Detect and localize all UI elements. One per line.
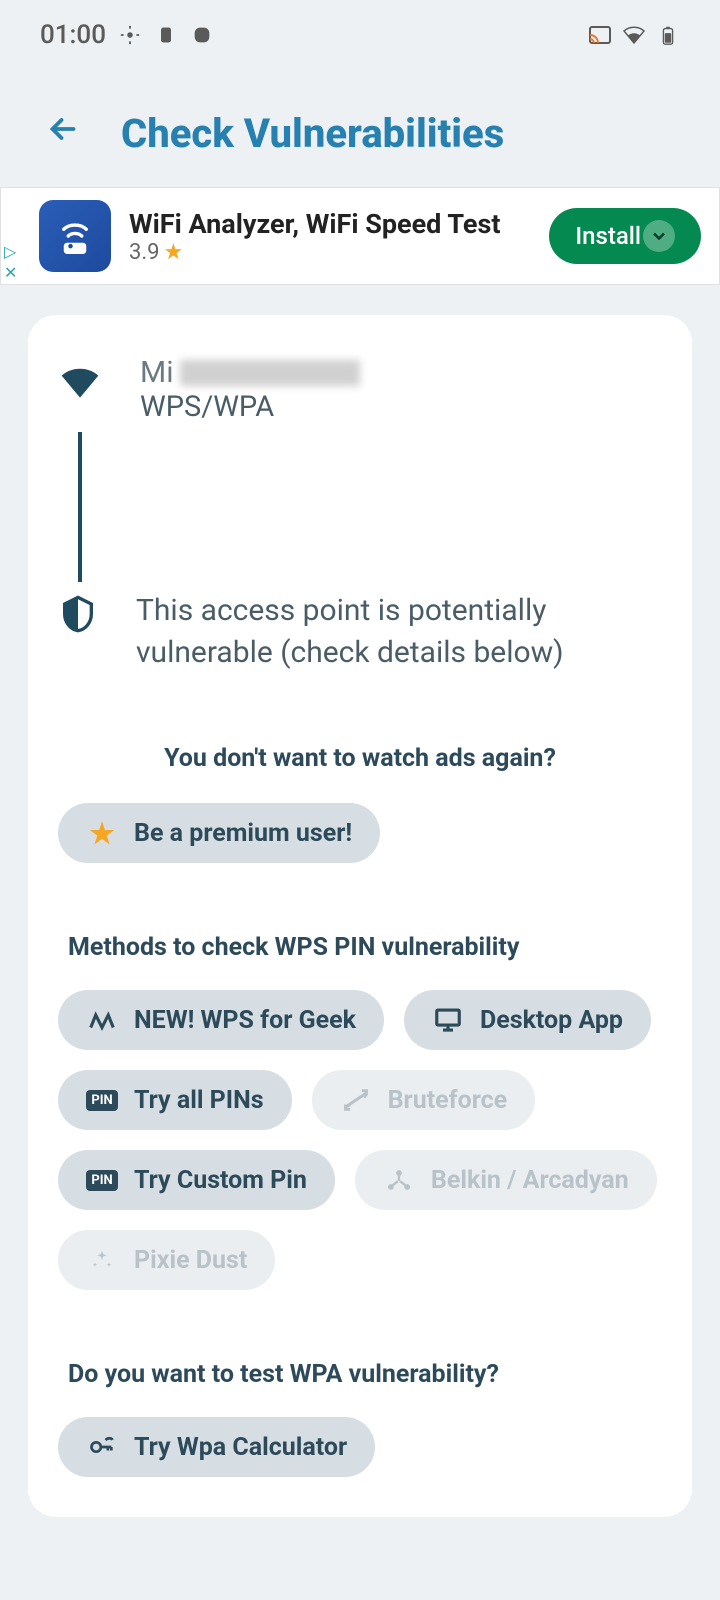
status-time: 01:00 <box>40 20 106 50</box>
connector-line <box>78 432 82 582</box>
ad-banner[interactable]: ▷ ✕ WiFi Analyzer, WiFi Speed Test 3.9 ★… <box>0 187 720 285</box>
ad-app-icon <box>39 200 111 272</box>
ad-rating-value: 3.9 <box>129 240 160 265</box>
ad-markers: ▷ ✕ <box>4 242 17 282</box>
app-icon <box>190 23 214 47</box>
vulnerability-row: This access point is potentially vulnera… <box>58 590 662 674</box>
key-icon <box>86 1431 118 1463</box>
battery-icon <box>656 23 680 47</box>
network-name-prefix: Mi <box>140 355 174 390</box>
sparkle-icon <box>86 1244 118 1276</box>
install-label: Install <box>575 222 641 250</box>
network-info-row: Mi WPS/WPA <box>58 355 662 424</box>
belkin-button[interactable]: Belkin / Arcadyan <box>355 1150 657 1210</box>
premium-prompt: You don't want to watch ads again? <box>58 744 662 773</box>
chevron-down-icon <box>643 220 675 252</box>
page-title: Check Vulnerabilities <box>121 110 504 157</box>
desktop-icon <box>432 1004 464 1036</box>
pixie-dust-button[interactable]: Pixie Dust <box>58 1230 275 1290</box>
hub-icon <box>383 1164 415 1196</box>
wpa-label: Try Wpa Calculator <box>134 1433 347 1462</box>
notification-icon <box>154 23 178 47</box>
back-button[interactable] <box>45 111 81 156</box>
wps-geek-button[interactable]: NEW! WPS for Geek <box>58 990 384 1050</box>
wpa-calculator-button[interactable]: Try Wpa Calculator <box>58 1417 375 1477</box>
status-bar: 01:00 <box>0 0 720 70</box>
page-header: Check Vulnerabilities <box>0 70 720 187</box>
star-icon: ★ <box>164 240 184 265</box>
wps-geek-label: NEW! WPS for Geek <box>134 1006 356 1035</box>
install-button[interactable]: Install <box>549 208 701 264</box>
desktop-app-button[interactable]: Desktop App <box>404 990 651 1050</box>
geek-icon <box>86 1004 118 1036</box>
bruteforce-button[interactable]: Bruteforce <box>312 1070 536 1130</box>
desktop-label: Desktop App <box>480 1006 623 1035</box>
belkin-label: Belkin / Arcadyan <box>431 1166 629 1195</box>
vulnerability-message: This access point is potentially vulnera… <box>136 590 662 674</box>
custom-pin-label: Try Custom Pin <box>134 1166 307 1195</box>
bruteforce-label: Bruteforce <box>388 1086 508 1115</box>
pin-icon: PIN <box>86 1164 118 1196</box>
try-pins-button[interactable]: PIN Try all PINs <box>58 1070 292 1130</box>
premium-button[interactable]: ★ Be a premium user! <box>58 803 380 863</box>
ad-info-icon[interactable]: ▷ <box>4 242 17 261</box>
premium-label: Be a premium user! <box>134 819 352 848</box>
ad-title: WiFi Analyzer, WiFi Speed Test <box>129 208 549 240</box>
network-name: Mi <box>140 355 662 390</box>
network-security: WPS/WPA <box>140 390 662 424</box>
wifi-icon <box>58 361 102 409</box>
custom-pin-button[interactable]: PIN Try Custom Pin <box>58 1150 335 1210</box>
pin-icon: PIN <box>86 1084 118 1116</box>
cast-icon <box>588 23 612 47</box>
star-icon: ★ <box>86 817 118 849</box>
pixie-label: Pixie Dust <box>134 1246 247 1275</box>
wpa-section-title: Do you want to test WPA vulnerability? <box>58 1360 662 1389</box>
location-icon <box>118 23 142 47</box>
try-pins-label: Try all PINs <box>134 1086 264 1115</box>
wifi-status-icon <box>622 23 646 47</box>
ad-close-icon[interactable]: ✕ <box>4 263 17 282</box>
shield-icon <box>58 594 98 638</box>
redacted-text <box>180 360 360 386</box>
main-card: Mi WPS/WPA This access point is potentia… <box>28 315 692 1517</box>
wps-section-title: Methods to check WPS PIN vulnerability <box>58 933 662 962</box>
cycle-icon <box>340 1084 372 1116</box>
